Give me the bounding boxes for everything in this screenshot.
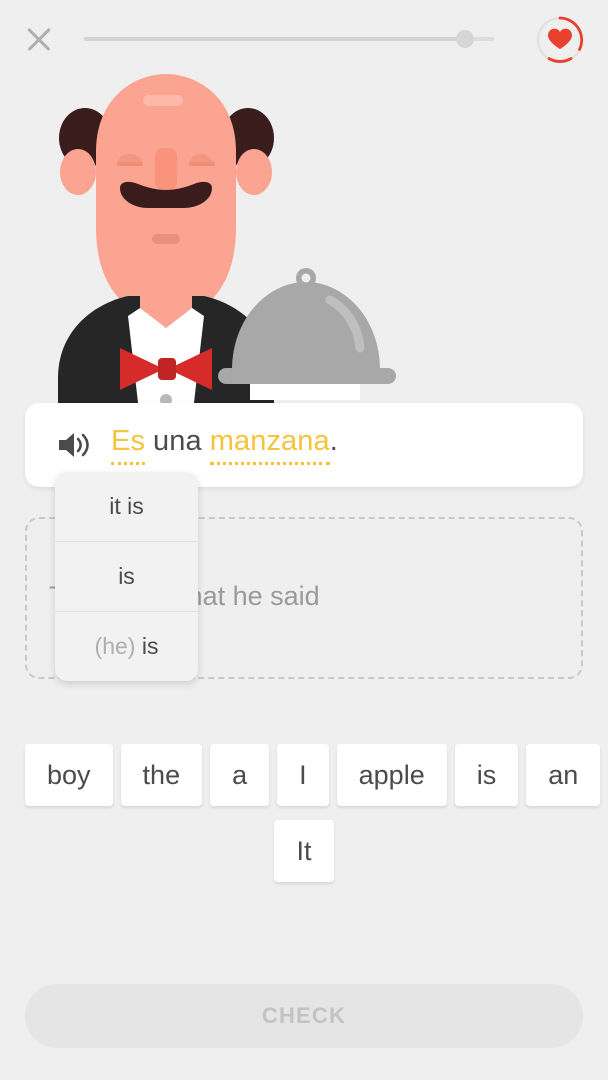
word-hint-popup: it is is (he) is xyxy=(55,472,198,681)
word-tile[interactable]: It xyxy=(274,820,334,882)
word-tile[interactable]: a xyxy=(210,744,270,806)
word-bank-row: boy the a Iapple is an xyxy=(25,744,601,806)
close-icon[interactable] xyxy=(22,22,56,56)
word-tile[interactable]: is xyxy=(454,744,519,806)
check-button[interactable]: CHECK xyxy=(25,984,583,1048)
word-bank: boy the a Iapple is an It xyxy=(25,744,601,896)
waiter-illustration xyxy=(0,60,608,420)
hint-option-suffix: is xyxy=(135,633,159,659)
sentence-hint-word[interactable]: Es xyxy=(111,425,146,465)
word-tile[interactable]: an xyxy=(526,744,601,806)
hint-option[interactable]: is xyxy=(55,541,198,611)
progress-knob xyxy=(456,30,475,48)
progress-fill xyxy=(84,37,466,41)
sentence-word: . xyxy=(329,425,338,457)
word-tile[interactable]: the xyxy=(120,744,203,806)
sentence-hint-word[interactable]: manzana xyxy=(209,425,330,465)
sentence-word: una xyxy=(153,425,202,457)
hint-option[interactable]: it is xyxy=(55,472,198,541)
word-bank-row: It xyxy=(25,820,583,882)
hint-option[interactable]: (he) is xyxy=(55,611,198,681)
speaker-volume-icon[interactable] xyxy=(55,429,91,461)
word-tile[interactable]: apple xyxy=(336,744,447,806)
hearts-indicator[interactable] xyxy=(534,14,586,66)
lesson-progress-bar xyxy=(84,30,494,48)
word-tile[interactable]: I xyxy=(277,744,329,806)
sentence-text: Es una manzana. xyxy=(111,425,338,465)
word-tile[interactable]: boy xyxy=(25,744,113,806)
hint-option-prefix: (he) xyxy=(94,633,136,659)
